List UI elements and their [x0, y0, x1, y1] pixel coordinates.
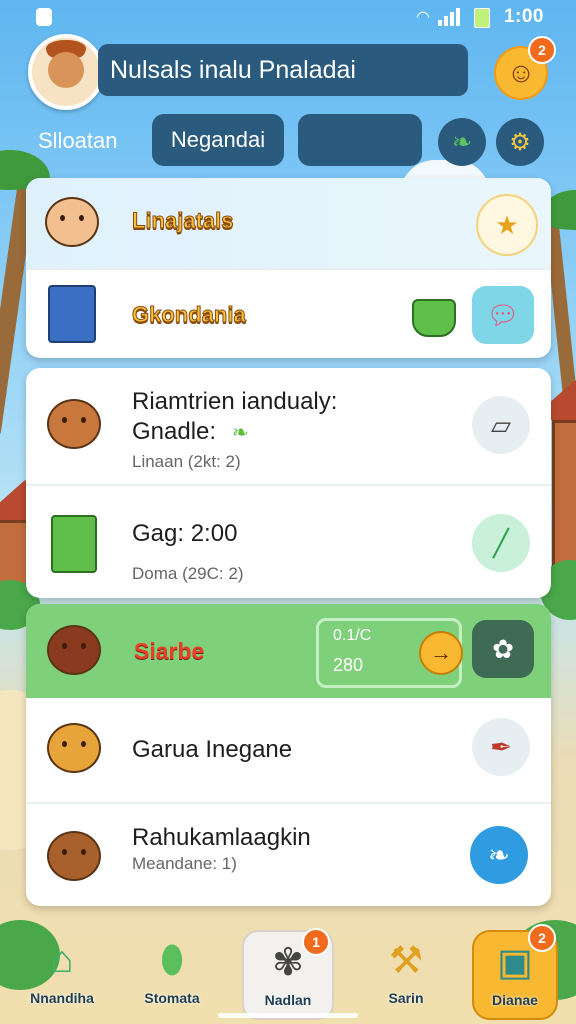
leaf-icon: ❧: [232, 422, 249, 444]
tools-icon: ⚒: [388, 939, 424, 982]
book-icon: [42, 284, 102, 344]
map-icon[interactable]: ▱: [472, 396, 530, 454]
task-row[interactable]: Gag: 2:00 Doma (29C: 2) ╱: [26, 484, 551, 598]
task-row[interactable]: Riamtrien iandualy: Gnadle: ❧ Linaan (2k…: [26, 368, 551, 484]
item-label: Linajatals: [131, 208, 234, 234]
progress-top: 0.1/C: [333, 627, 372, 644]
list-item[interactable]: Gkondania 💬︎: [26, 268, 551, 358]
task-title: Riamtrien iandualy:: [132, 388, 338, 415]
list-item[interactable]: Linajatals ★: [26, 178, 551, 268]
task-meta: Doma (29C: 2): [132, 564, 244, 583]
item-meta: Meandane: 1): [132, 854, 237, 873]
flower-icon[interactable]: ✿: [472, 620, 534, 678]
nav-item-stomata[interactable]: ⬮ Stomata: [128, 930, 216, 1016]
nav-label: Dianae: [492, 992, 538, 1008]
avatar[interactable]: [28, 34, 104, 110]
page-title: Nulsals inalu Pnaladai: [98, 44, 468, 96]
leaf-button[interactable]: ❧: [438, 118, 486, 166]
nav-label: Nadlan: [264, 992, 312, 1008]
wifi-icon: ◠: [416, 9, 430, 26]
page-title-text: Nulsals inalu Pnaladai: [110, 55, 356, 84]
bear-character-icon: [44, 826, 104, 886]
progress-bottom: 280: [333, 655, 364, 675]
status-bar: ◠ 1:00: [0, 0, 576, 34]
arrow-right-icon[interactable]: →: [419, 631, 463, 675]
battery-icon: [474, 8, 490, 28]
leaf-icon: ❧: [451, 128, 473, 156]
brush-icon[interactable]: ✒: [472, 718, 530, 776]
search-input[interactable]: Negandai: [152, 114, 284, 166]
search-value: Negandai: [170, 127, 266, 152]
tasks-card: Riamtrien iandualy: Gnadle: ❧ Linaan (2k…: [26, 368, 551, 598]
star-badge-icon[interactable]: ★: [476, 194, 538, 256]
highlight-row[interactable]: Siarbe 0.1/C 280 → ✿: [26, 604, 551, 698]
nav-badge: 2: [528, 924, 556, 952]
top-card: Linajatals ★ Gkondania 💬︎: [26, 178, 551, 358]
section-label: Slloatan: [38, 128, 118, 153]
notification-badge: 2: [528, 36, 556, 64]
progress-box: 0.1/C 280 →: [316, 618, 463, 688]
nav-label: Stomata: [144, 990, 200, 1006]
nav-item-sarin[interactable]: ⚒ Sarin: [362, 930, 450, 1016]
house-icon: ⌂: [50, 938, 74, 981]
clock: 1:00: [503, 6, 544, 27]
nav-item-home[interactable]: ⌂ Nnandiha: [18, 930, 106, 1016]
signal-icon: [438, 8, 462, 26]
sim-icon: [36, 8, 52, 26]
face-icon: [48, 52, 84, 88]
nav-badge: 1: [302, 928, 330, 956]
nav-label: Sarin: [388, 990, 424, 1006]
rewards-card: Siarbe 0.1/C 280 → ✿ Garua Inegane ✒ Rah…: [26, 604, 551, 906]
secondary-field[interactable]: [298, 114, 422, 166]
bear-character-icon: [44, 620, 104, 680]
clipboard-icon: [44, 514, 104, 574]
item-title: Rahukamlaagkin: [132, 824, 311, 851]
task-title: Gag: 2:00: [132, 520, 238, 547]
leaf-icon[interactable]: ❧: [470, 826, 528, 884]
item-title: Garua Inegane: [132, 736, 293, 763]
pirate-bear-icon: [44, 718, 104, 778]
home-indicator[interactable]: [218, 1013, 358, 1018]
stick-icon[interactable]: ╱: [472, 514, 530, 572]
bear-character-icon: [44, 394, 104, 454]
kid-character-icon: [42, 192, 102, 252]
item-label: Gkondania: [132, 302, 247, 328]
badge-button[interactable]: ⚙: [496, 118, 544, 166]
task-meta: Linaan (2kt: 2): [132, 452, 241, 471]
list-item[interactable]: Rahukamlaagkin Meandane: 1) ❧: [26, 802, 551, 906]
bottle-icon: ⬮: [160, 938, 184, 981]
chat-bubble-icon[interactable]: 💬︎: [472, 286, 534, 344]
plant-pot-icon: [404, 288, 464, 348]
nav-label: Nnandiha: [30, 990, 94, 1006]
list-item[interactable]: Garua Inegane ✒: [26, 698, 551, 802]
gear-icon: ⚙: [509, 128, 531, 156]
task-subtitle: Gnadle:: [132, 418, 217, 445]
bottom-nav: ⌂ Nnandiha ⬮ Stomata ✾ Nadlan 1 ⚒ Sarin …: [0, 920, 576, 1024]
highlight-label: Siarbe: [134, 638, 205, 664]
